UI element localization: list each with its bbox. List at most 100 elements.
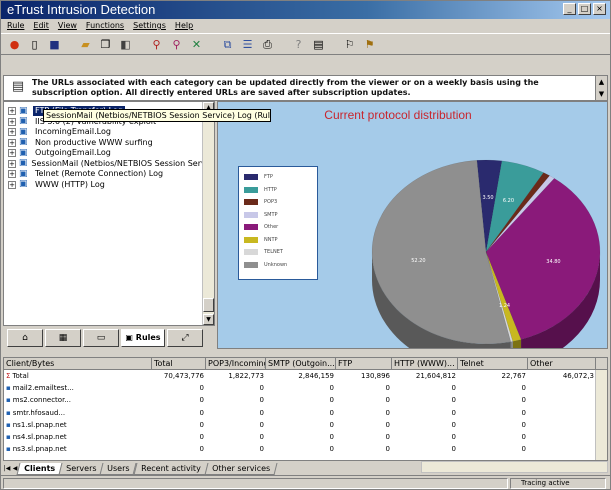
table-cell: 1,822,773 — [228, 372, 264, 381]
delete-icon[interactable]: ✕ — [189, 37, 204, 52]
tree-item-telnet[interactable]: + ▣ Telnet (Remote Connection) Log — [4, 169, 214, 180]
table-cell: 0 — [259, 396, 264, 405]
print-preview-icon[interactable]: ⚲ — [169, 37, 184, 52]
table-cell: 0 — [521, 420, 526, 429]
expand-icon[interactable]: + — [8, 138, 16, 147]
tree-item-non-productive[interactable]: + ▣ Non productive WWW surfing — [4, 138, 214, 149]
menu-view[interactable]: View — [58, 19, 77, 32]
menu-settings[interactable]: Settings — [133, 19, 166, 32]
legend-swatch — [244, 199, 258, 206]
minimize-button[interactable]: _ — [563, 3, 576, 15]
column-header[interactable]: HTTP (WWW)... — [392, 358, 458, 369]
pie-data-label: 34.80 — [546, 259, 560, 265]
column-header[interactable]: Client/Bytes — [4, 358, 152, 369]
expand-icon[interactable]: + — [8, 170, 16, 179]
legend-label: HTTP — [264, 186, 277, 193]
view-icon[interactable]: ◧ — [118, 37, 133, 52]
find-icon[interactable]: ⚲ — [149, 37, 164, 52]
copy-icon[interactable]: ❐ — [98, 37, 113, 52]
tree-item-label: Telnet (Remote Connection) Log — [35, 169, 164, 179]
column-header[interactable]: SMTP (Outgoin... — [266, 358, 336, 369]
column-header[interactable]: Other — [528, 358, 596, 369]
tab-network[interactable]: ⌂ — [7, 329, 43, 347]
table-row[interactable]: ▪ ns1.sl.pnap.net 0 0 0 0 0 0 — [4, 419, 607, 431]
tab-clients[interactable]: Clients — [16, 463, 63, 475]
rule-file-icon: ▣ — [19, 168, 28, 179]
rule-file-icon: ▣ — [18, 158, 28, 169]
pin-icon[interactable]: ⚑ — [362, 37, 377, 52]
tab-recent-activity[interactable]: Recent activity — [133, 463, 209, 475]
row-name: ms2.connector... — [12, 396, 71, 405]
title-bar[interactable]: eTrust Intrusion Detection _ □ × — [1, 1, 610, 19]
legend-item: POP3 — [244, 196, 312, 209]
expand-icon[interactable]: + — [8, 128, 16, 137]
tab-filter[interactable]: ⤢ — [167, 329, 203, 347]
table-cell: 2,846,159 — [298, 372, 334, 381]
tree-scrollbar[interactable]: ▲ ▼ — [202, 102, 214, 325]
tree-item-incoming-email[interactable]: + ▣ IncomingEmail.Log — [4, 127, 214, 138]
tab-folder[interactable]: ▭ — [83, 329, 119, 347]
row-name: ns1.sl.pnap.net — [12, 420, 67, 429]
rule-file-icon: ▣ — [19, 179, 28, 190]
maximize-button[interactable]: □ — [578, 3, 591, 15]
tree-item-outgoing-email[interactable]: + ▣ OutgoingEmail.Log — [4, 148, 214, 159]
tab-servers-label: Servers — [66, 464, 97, 473]
save-icon[interactable]: ■ — [47, 37, 62, 52]
column-header[interactable]: Telnet — [458, 358, 528, 369]
menu-functions[interactable]: Functions — [86, 19, 124, 32]
table-cell: 0 — [521, 433, 526, 442]
tab-rules[interactable]: ▣ Rules — [121, 329, 165, 347]
menu-help[interactable]: Help — [175, 19, 193, 32]
tab-users[interactable]: Users — [99, 463, 138, 475]
menu-edit[interactable]: Edit — [33, 19, 49, 32]
tree-item-session-mail[interactable]: + ▣ SessionMail (Netbios/NETBIOS Session… — [4, 159, 214, 170]
expand-icon[interactable]: + — [8, 107, 16, 116]
tip-icon[interactable]: ⚐ — [342, 37, 357, 52]
report-icon[interactable]: ▤ — [311, 37, 326, 52]
table-cell: 0 — [259, 420, 264, 429]
table-row[interactable]: ▪ ns4.sl.pnap.net 0 0 0 0 0 0 — [4, 431, 607, 443]
new-icon[interactable]: ▯ — [27, 37, 42, 52]
rule-file-icon: ▣ — [19, 105, 28, 116]
tab-servers[interactable]: Servers — [58, 463, 104, 475]
legend-item: Unknown — [244, 259, 312, 272]
tab-nav-first-icon[interactable]: |◀ — [3, 463, 11, 475]
table-row[interactable]: ▪ smtr.hfosaud... 0 0 0 0 0 0 — [4, 407, 607, 419]
properties-icon[interactable]: ☰ — [240, 37, 255, 52]
table-row[interactable]: ▪ mail2.emailtest... 0 0 0 0 0 0 — [4, 382, 607, 394]
legend-item: SMTP — [244, 209, 312, 222]
print-icon[interactable]: ⎙ — [260, 37, 275, 52]
expand-icon[interactable]: + — [8, 149, 16, 158]
table-row[interactable]: Σ Total 70,473,776 1,822,773 2,846,159 130,89… — [4, 370, 607, 382]
new-rule-icon[interactable]: ● — [7, 37, 22, 52]
column-header[interactable]: POP3/Incoming — [206, 358, 266, 369]
tree-item-label: WWW (HTTP) Log — [35, 179, 105, 189]
menu-rule[interactable]: Rule — [7, 19, 24, 32]
expand-icon[interactable]: + — [8, 180, 16, 189]
row-name-cell: ▪ ms2.connector... — [4, 396, 152, 404]
scroll-down-arrow[interactable]: ▼ — [203, 314, 214, 325]
tree-item-label: Non productive WWW surfing — [35, 137, 153, 147]
column-header[interactable]: FTP — [336, 358, 392, 369]
table-row[interactable]: ▪ ns3.sl.pnap.net 0 0 0 0 0 0 — [4, 443, 607, 455]
total-icon: Σ — [6, 372, 11, 381]
table-scrollbar[interactable] — [595, 370, 607, 460]
tab-list[interactable]: ▦ — [45, 329, 81, 347]
close-button[interactable]: × — [593, 3, 606, 15]
table-cell: 0 — [451, 445, 456, 454]
info-scrollbar[interactable]: ▲ ▼ — [595, 76, 607, 100]
table-row[interactable]: ▪ ms2.connector... 0 0 0 0 0 0 — [4, 394, 607, 406]
column-header[interactable]: Total — [152, 358, 206, 369]
tab-other-services[interactable]: Other services — [204, 463, 278, 475]
scroll-thumb[interactable] — [203, 298, 214, 312]
tab-recent-activity-label: Recent activity — [140, 464, 201, 473]
table-cell: 0 — [199, 420, 204, 429]
help-icon[interactable]: ? — [291, 37, 306, 52]
tab-rules-label: Rules — [135, 333, 161, 342]
open-icon[interactable]: ▰ — [78, 37, 93, 52]
copy-rule-icon[interactable]: ⧉ — [220, 37, 235, 52]
expand-icon[interactable]: + — [8, 117, 16, 126]
table-hscrollbar[interactable] — [421, 461, 608, 473]
expand-icon[interactable]: + — [8, 159, 16, 168]
tree-item-www[interactable]: + ▣ WWW (HTTP) Log — [4, 180, 214, 191]
